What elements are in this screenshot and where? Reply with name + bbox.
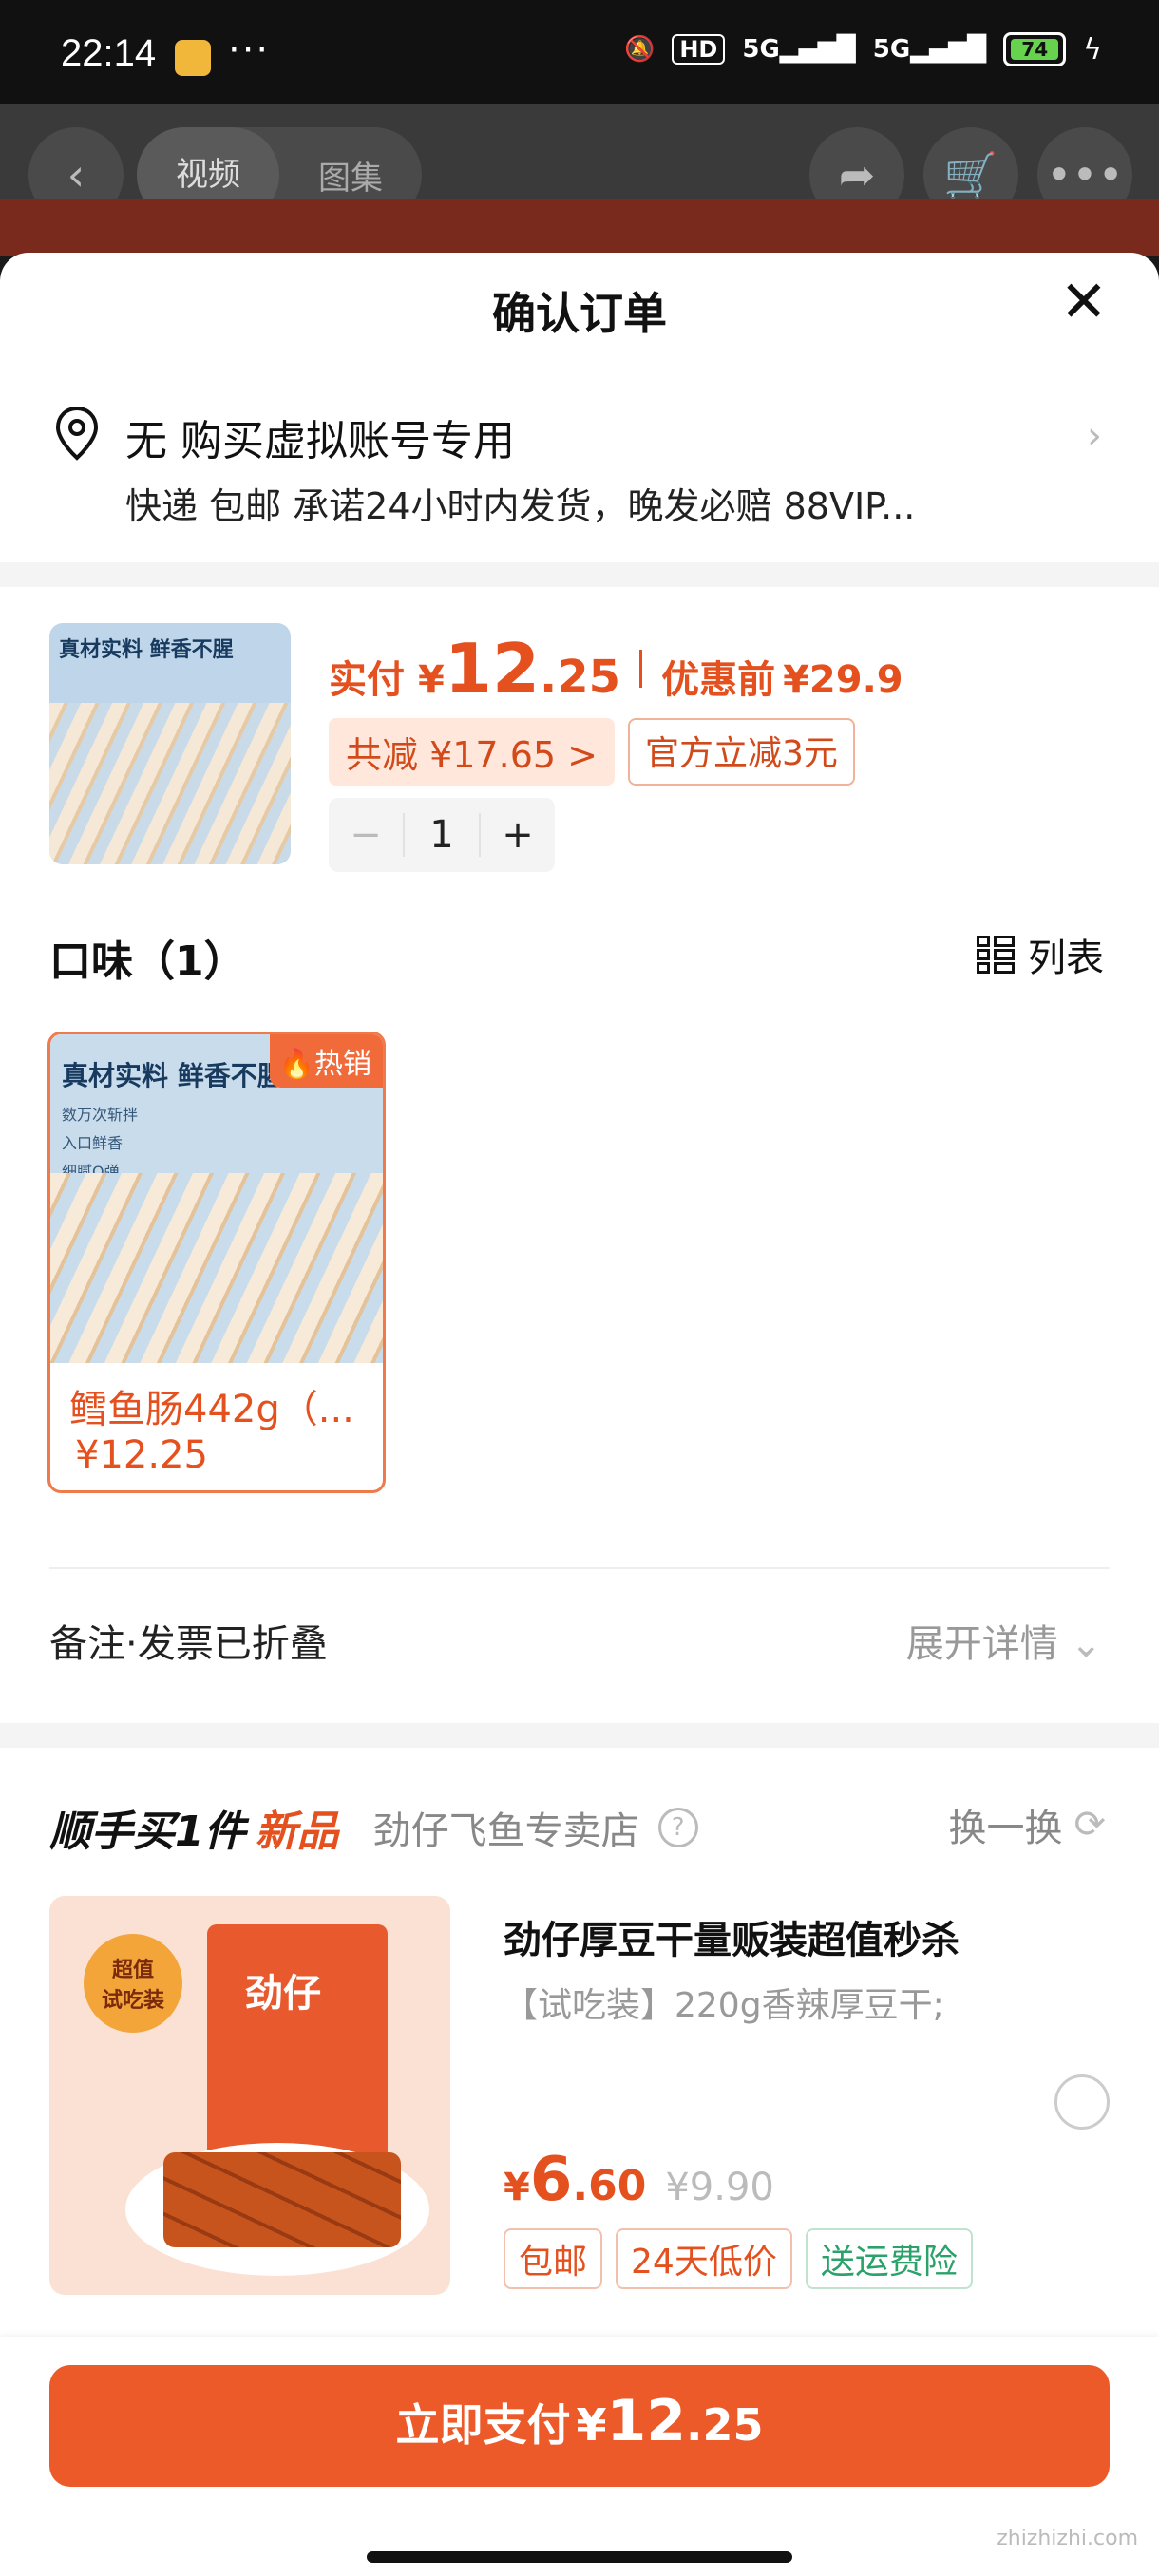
addon-title: 顺手买1件 <box>49 1808 246 1856</box>
bottom-bar: 立即支付 ¥ 12 .25 <box>0 2337 1159 2576</box>
addon-tags: 包邮 24天低价 送运费险 <box>504 2228 973 2289</box>
hd-icon: HD <box>672 34 726 65</box>
quantity-stepper: − 1 + <box>329 798 555 872</box>
addon-select-radio[interactable] <box>1054 2074 1110 2130</box>
hot-sale-badge: 🔥热销 <box>269 1034 383 1088</box>
delivery-desc: 快递 包邮 承诺24小时内发货，晚发必赔 88VIP... <box>125 485 916 527</box>
price-integer: 12 <box>444 629 541 709</box>
pay-label: 实付 <box>329 658 405 702</box>
chevron-right-icon: › <box>1087 414 1102 458</box>
pay-amount-decimal: .25 <box>686 2399 764 2451</box>
help-icon[interactable]: ? <box>657 1808 698 1847</box>
flavor-option-card[interactable]: 真材实料 鲜香不腥 数万次斩拌 入口鲜香 细腻Q弹 🔥热销 鳕鱼肠442g（..… <box>48 1032 386 1493</box>
addon-price-integer: 6 <box>529 2145 573 2215</box>
thumb-caption: 真材实料 鲜香不腥 <box>59 638 234 662</box>
decrease-button[interactable]: − <box>329 813 403 857</box>
free-shipping-tag: 包邮 <box>504 2228 603 2289</box>
price-decimal: .25 <box>540 651 621 704</box>
battery-level: 74 <box>1011 38 1059 61</box>
addon-new-tag: 新品 <box>255 1808 339 1856</box>
promo-banner <box>0 199 1159 256</box>
home-indicator[interactable] <box>367 2551 792 2563</box>
currency-symbol: ¥ <box>576 2399 607 2451</box>
tab-gallery: 图集 <box>318 159 383 198</box>
chevron-down-icon: ⌄ <box>1070 1622 1102 1666</box>
product-summary: 真材实料 鲜香不腥 实付 ¥ 12 .25 优惠前 ¥29.9 共减 ¥17.6… <box>49 623 1113 872</box>
currency-symbol: ¥ <box>504 2166 530 2209</box>
flavor-image-caption: 真材实料 鲜香不腥 <box>62 1060 284 1091</box>
addon-product-name: 劲仔厚豆干量贩装超值秒杀 <box>504 1919 960 1962</box>
return-insurance-tag: 送运费险 <box>805 2228 973 2289</box>
list-view-toggle[interactable]: 列表 <box>977 927 1104 982</box>
mute-icon: 🔕 <box>623 35 656 64</box>
remark-label: 备注·发票已折叠 <box>49 1622 328 1666</box>
store-name: 劲仔飞鱼专卖店 <box>372 1809 639 1853</box>
pay-now-button[interactable]: 立即支付 ¥ 12 .25 <box>49 2365 1110 2487</box>
low-price-tag: 24天低价 <box>616 2228 792 2289</box>
official-discount-badge: 官方立减3元 <box>627 718 855 786</box>
before-label: 优惠前 <box>661 658 776 702</box>
expand-details-button[interactable]: 展开详情 ⌄ <box>906 1613 1102 1668</box>
address-row[interactable]: 无 购买虚拟账号专用 快递 包邮 承诺24小时内发货，晚发必赔 88VIP...… <box>0 386 1159 547</box>
fire-icon: 🔥 <box>278 1048 314 1081</box>
signal-icon-1: 5G▂▄▆█ <box>742 35 856 64</box>
battery-icon: 74 <box>1003 32 1067 66</box>
before-price: ¥29.9 <box>783 658 903 702</box>
divider <box>49 1567 1110 1569</box>
quantity-value[interactable]: 1 <box>403 813 481 857</box>
addon-original-price: ¥9.90 <box>665 2166 774 2209</box>
pay-now-label: 立即支付 <box>395 2399 571 2451</box>
product-thumbnail[interactable]: 真材实料 鲜香不腥 <box>49 623 291 864</box>
flavor-price: ¥12.25 <box>75 1433 208 1477</box>
discount-tags: 共减 ¥17.65 > 官方立减3元 <box>329 718 855 786</box>
watermark: zhizhizhi.com <box>997 2527 1138 2550</box>
background-page: ‹ 视频 图集 ➦ 🛒 ••• <box>0 104 1159 256</box>
price-divider <box>639 650 643 688</box>
addon-price-decimal: .60 <box>572 2162 647 2210</box>
addon-product: 超值 试吃装 劲仔 劲仔厚豆干量贩装超值秒杀 【试吃装】220g香辣厚豆干; ¥ … <box>49 1896 1110 2295</box>
location-pin-icon <box>55 406 99 461</box>
status-time: 22:14 <box>61 32 157 74</box>
tofu-photo <box>163 2152 401 2247</box>
charging-icon: ϟ <box>1083 32 1102 66</box>
addon-product-image[interactable]: 超值 试吃装 劲仔 <box>49 1896 450 2295</box>
pay-amount-integer: 12 <box>606 2388 687 2454</box>
divider <box>0 1723 1159 1748</box>
flavor-title: 鳕鱼肠442g（... <box>69 1388 354 1431</box>
list-icon <box>977 936 1015 974</box>
brand-logo: 劲仔 <box>245 1972 321 2016</box>
addon-product-spec: 【试吃装】220g香辣厚豆干; <box>504 1986 944 2025</box>
address-name: 无 购买虚拟账号专用 <box>125 417 515 465</box>
status-bar: 22:14 ··· 🔕 HD 5G▂▄▆█ 5G▂▄▆█ 74 ϟ <box>0 0 1159 104</box>
notification-app-icon <box>175 40 211 76</box>
list-label: 列表 <box>1028 937 1104 980</box>
signal-icon-2: 5G▂▄▆█ <box>872 35 987 64</box>
swap-button[interactable]: 换一换 ⟳ <box>948 1797 1106 1852</box>
sheet-title: 确认订单 <box>492 288 667 339</box>
trial-badge: 超值 试吃装 <box>84 1934 182 2033</box>
refresh-icon: ⟳ <box>1074 1803 1106 1847</box>
product-bag: 劲仔 <box>207 1924 388 2181</box>
price-row: 实付 ¥ 12 .25 优惠前 ¥29.9 <box>329 629 903 709</box>
more-notifications-icon: ··· <box>228 28 271 72</box>
swap-label: 换一换 <box>948 1807 1063 1850</box>
close-icon[interactable]: ✕ <box>1060 274 1108 331</box>
flavor-header: 口味（1） <box>49 938 246 986</box>
divider <box>0 562 1159 587</box>
status-icons: 🔕 HD 5G▂▄▆█ 5G▂▄▆█ 74 ϟ <box>624 32 1102 66</box>
flavor-photo <box>50 1173 383 1363</box>
total-discount-button[interactable]: 共减 ¥17.65 > <box>329 718 615 786</box>
addon-header: 顺手买1件 新品 劲仔飞鱼专卖店 ? <box>49 1797 698 1858</box>
product-photo <box>49 703 291 864</box>
addon-price: ¥ 6 .60 ¥9.90 <box>504 2145 774 2215</box>
order-sheet: 确认订单 ✕ 无 购买虚拟账号专用 快递 包邮 承诺24小时内发货，晚发必赔 8… <box>0 253 1159 2576</box>
increase-button[interactable]: + <box>481 813 555 857</box>
currency-symbol: ¥ <box>418 658 445 702</box>
